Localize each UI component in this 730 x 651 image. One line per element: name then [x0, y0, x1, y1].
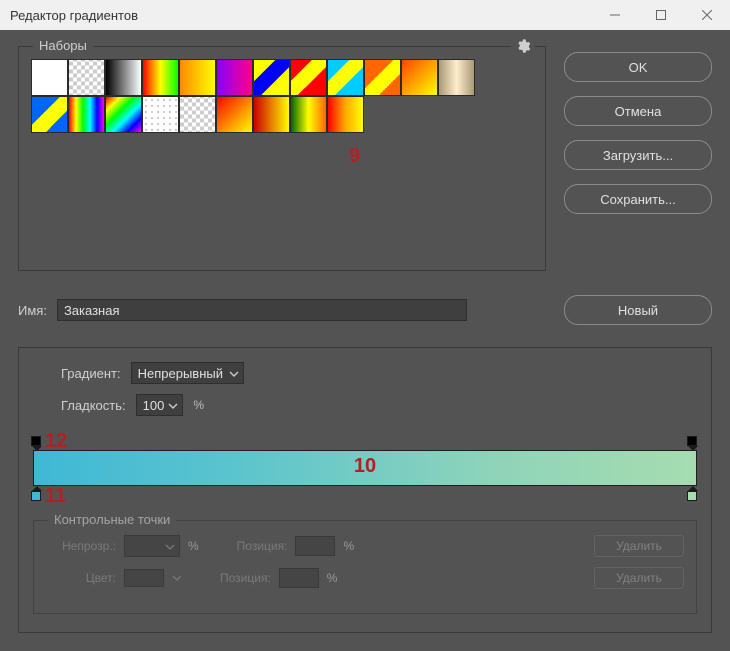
preset-swatch[interactable]: [142, 96, 179, 133]
position-unit: %: [327, 571, 338, 585]
window-title: Редактор градиентов: [10, 8, 592, 23]
preset-swatch[interactable]: [290, 59, 327, 96]
preset-swatch[interactable]: [327, 96, 364, 133]
annotation-9: 9: [349, 145, 360, 168]
preset-swatch[interactable]: [290, 96, 327, 133]
preset-swatch[interactable]: [68, 96, 105, 133]
preset-swatch[interactable]: [68, 59, 105, 96]
maximize-button[interactable]: [638, 0, 684, 30]
opacity-position-input[interactable]: [295, 536, 335, 556]
color-well[interactable]: [124, 569, 164, 587]
preset-swatch[interactable]: [142, 59, 179, 96]
position-label: Позиция:: [237, 539, 288, 553]
smoothness-unit: %: [193, 398, 204, 412]
preset-swatch-grid: [31, 59, 511, 133]
gradient-bar[interactable]: 10: [33, 450, 697, 486]
opacity-label: Непрозр.:: [46, 539, 116, 553]
gradient-bar-wrap: 12 10 11: [33, 434, 697, 502]
name-label: Имя:: [18, 303, 47, 318]
chevron-down-icon: [165, 540, 175, 555]
preset-swatch[interactable]: [105, 59, 142, 96]
presets-label: Наборы: [33, 38, 93, 53]
name-input[interactable]: [57, 299, 467, 321]
position-label: Позиция:: [220, 571, 271, 585]
chevron-down-icon: [229, 367, 239, 382]
preset-swatch[interactable]: [253, 59, 290, 96]
gradient-panel: Градиент: Непрерывный Гладкость: 100 % 1…: [18, 347, 712, 633]
color-stop-left[interactable]: [31, 486, 43, 500]
delete-color-stop-button[interactable]: Удалить: [594, 567, 684, 589]
color-stop-right[interactable]: [687, 486, 699, 500]
preset-swatch[interactable]: [179, 59, 216, 96]
save-button[interactable]: Сохранить...: [564, 184, 712, 214]
annotation-11: 11: [45, 485, 66, 508]
preset-swatch[interactable]: [438, 59, 475, 96]
opacity-stop-left[interactable]: [31, 436, 43, 450]
stops-panel: Контрольные точки Непрозр.: % Позиция: %…: [33, 520, 697, 614]
color-label: Цвет:: [46, 571, 116, 585]
preset-swatch[interactable]: [105, 96, 142, 133]
new-button[interactable]: Новый: [564, 295, 712, 325]
stops-label: Контрольные точки: [48, 512, 176, 527]
preset-swatch[interactable]: [179, 96, 216, 133]
titlebar: Редактор градиентов: [0, 0, 730, 30]
presets-panel: Наборы: [18, 46, 546, 271]
annotation-10: 10: [354, 455, 376, 478]
opacity-input[interactable]: [124, 535, 180, 557]
preset-swatch[interactable]: [31, 59, 68, 96]
preset-swatch[interactable]: [216, 96, 253, 133]
preset-swatch[interactable]: [253, 96, 290, 133]
position-unit: %: [343, 539, 354, 553]
delete-opacity-stop-button[interactable]: Удалить: [594, 535, 684, 557]
smoothness-input[interactable]: 100: [136, 394, 184, 416]
gradient-type-label: Градиент:: [61, 366, 121, 381]
preset-swatch[interactable]: [216, 59, 253, 96]
opacity-unit: %: [188, 539, 199, 553]
minimize-button[interactable]: [592, 0, 638, 30]
close-button[interactable]: [684, 0, 730, 30]
preset-swatch[interactable]: [401, 59, 438, 96]
preset-swatch[interactable]: [364, 59, 401, 96]
gradient-type-select[interactable]: Непрерывный: [131, 362, 244, 384]
chevron-down-icon: [168, 399, 178, 414]
color-position-input[interactable]: [279, 568, 319, 588]
smoothness-value: 100: [143, 398, 165, 413]
preset-swatch[interactable]: [327, 59, 364, 96]
ok-button[interactable]: OK: [564, 52, 712, 82]
opacity-stop-right[interactable]: [687, 436, 699, 450]
gradient-type-value: Непрерывный: [138, 366, 223, 381]
preset-swatch[interactable]: [31, 96, 68, 133]
gear-icon[interactable]: [511, 38, 535, 57]
smoothness-label: Гладкость:: [61, 398, 126, 413]
load-button[interactable]: Загрузить...: [564, 140, 712, 170]
cancel-button[interactable]: Отмена: [564, 96, 712, 126]
chevron-down-icon[interactable]: [172, 571, 182, 586]
